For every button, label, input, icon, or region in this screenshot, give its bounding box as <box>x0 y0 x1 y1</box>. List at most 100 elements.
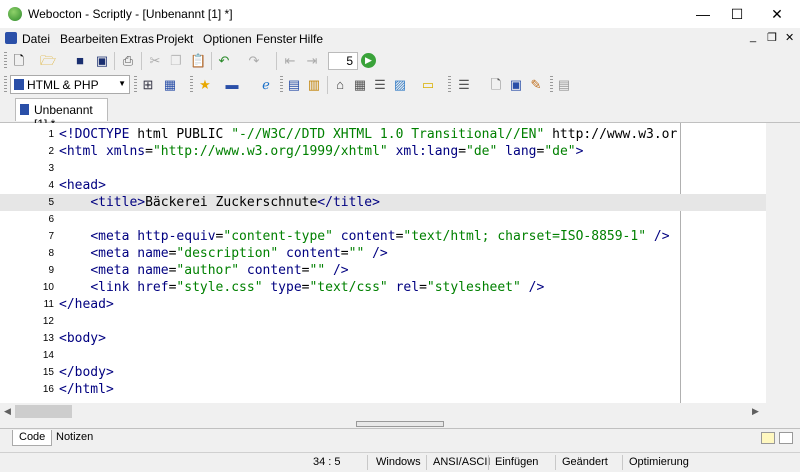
toolbar-grip[interactable] <box>4 52 7 70</box>
go-icon[interactable]: ▶ <box>361 53 376 68</box>
code-line[interactable]: 7 <meta http-equiv="content-type" conten… <box>0 228 766 245</box>
code-text[interactable]: <html xmlns="http://www.w3.org/1999/xhtm… <box>59 143 583 160</box>
scroll-right-icon[interactable]: ▶ <box>752 406 759 417</box>
menu-bearbeiten[interactable]: Bearbeiten <box>60 32 118 46</box>
menu-fenster[interactable]: Fenster <box>256 32 297 46</box>
grid-icon[interactable]: ▦ <box>352 77 368 93</box>
preview-icon[interactable]: ▬ <box>224 77 240 93</box>
code-text[interactable]: <!DOCTYPE html PUBLIC "-//W3C//DTD XHTML… <box>59 126 677 143</box>
new-file-icon[interactable]: 🗋 <box>11 53 27 69</box>
code-text[interactable]: </body> <box>59 364 114 381</box>
code-line[interactable]: 13 <body> <box>0 330 766 347</box>
code-line[interactable]: 15 </body> <box>0 364 766 381</box>
home-icon[interactable]: ⌂ <box>332 77 348 93</box>
code-line[interactable]: 3 <box>0 160 766 177</box>
minimize-button[interactable]: — <box>686 0 720 28</box>
scroll-left-icon[interactable]: ◀ <box>4 406 11 417</box>
code-line[interactable]: 9 <meta name="author" content="" /> <box>0 262 766 279</box>
code-text[interactable]: <link href="style.css" type="text/css" r… <box>59 279 544 296</box>
settings-icon[interactable]: ▤ <box>556 77 572 93</box>
tab-unbenannt[interactable]: Unbenannt [1] * <box>15 98 108 131</box>
document-tab-bar: Unbenannt [1] * <box>0 96 800 131</box>
document-menu-icon[interactable] <box>5 32 17 44</box>
code-text[interactable]: <title>Bäckerei Zuckerschnute</title> <box>59 194 380 211</box>
view-split-icon[interactable] <box>779 432 793 444</box>
menu-datei[interactable]: Datei <box>22 32 50 46</box>
print-icon[interactable]: ⎙ <box>120 53 136 69</box>
number-input[interactable]: 5 <box>328 52 358 70</box>
redo-icon[interactable]: ↷ <box>246 53 262 69</box>
favorites-star-icon[interactable]: ★ <box>197 77 213 93</box>
tab-notizen[interactable]: Notizen <box>50 430 99 446</box>
close-button[interactable]: ✕ <box>760 0 794 28</box>
code-text[interactable]: <meta name="author" content="" /> <box>59 262 348 279</box>
browser-icon[interactable]: ℯ <box>258 77 274 93</box>
cut-icon[interactable]: ✂ <box>147 53 163 69</box>
mdi-minimize-button[interactable]: _ <box>750 31 756 43</box>
menu-optionen[interactable]: Optionen <box>203 32 252 46</box>
code-text[interactable]: </head> <box>59 296 114 313</box>
vertical-scrollbar[interactable] <box>766 123 800 403</box>
code-editor[interactable]: 1 <!DOCTYPE html PUBLIC "-//W3C//DTD XHTM… <box>0 123 766 403</box>
code-text[interactable]: <head> <box>59 177 106 194</box>
toolbar-grip[interactable] <box>190 76 193 94</box>
code-line[interactable]: 4 <head> <box>0 177 766 194</box>
undo-icon[interactable]: ↶ <box>216 53 232 69</box>
toolbar-grip[interactable] <box>448 76 451 94</box>
maximize-button[interactable]: ☐ <box>720 0 754 28</box>
menu-bar: Datei Bearbeiten Extras Projekt Optionen… <box>0 28 800 49</box>
save-icon[interactable]: ■ <box>72 53 88 69</box>
table-icon[interactable]: ▥ <box>306 77 322 93</box>
form-icon[interactable]: ▤ <box>286 77 302 93</box>
line-number: 11 <box>43 299 54 310</box>
code-line[interactable]: 8 <meta name="description" content="" /> <box>0 245 766 262</box>
code-line[interactable]: 16 </html> <box>0 381 766 398</box>
paste-icon[interactable]: 📋 <box>190 53 206 69</box>
code-line[interactable]: 1 <!DOCTYPE html PUBLIC "-//W3C//DTD XHTM… <box>0 126 766 143</box>
code-text[interactable]: </html> <box>59 381 114 398</box>
copy-icon[interactable]: ❐ <box>168 53 184 69</box>
scroll-thumb[interactable] <box>15 405 72 418</box>
mdi-close-button[interactable]: ✕ <box>785 31 794 44</box>
blank-page-icon[interactable]: 🗋 <box>488 77 504 93</box>
line-number: 7 <box>48 231 54 242</box>
code-text[interactable]: <meta http-equiv="content-type" content=… <box>59 228 669 245</box>
menu-projekt[interactable]: Projekt <box>156 32 193 46</box>
comment-icon[interactable]: ▭ <box>420 77 436 93</box>
view-code-icon[interactable] <box>761 432 775 444</box>
window-icon[interactable]: ▣ <box>508 77 524 93</box>
toolbar-grip[interactable] <box>280 76 283 94</box>
menu-extras[interactable]: Extras <box>120 32 154 46</box>
code-line[interactable]: 10 <link href="style.css" type="text/css… <box>0 279 766 296</box>
language-file-icon <box>14 79 24 90</box>
list-icon[interactable]: ☰ <box>372 77 388 93</box>
toolbar-grip[interactable] <box>4 76 7 94</box>
code-line[interactable]: 2 <html xmlns="http://www.w3.org/1999/xht… <box>0 143 766 160</box>
open-folder-icon[interactable]: 🗁 <box>40 53 56 69</box>
line-number: 16 <box>42 384 54 395</box>
code-line[interactable]: 6 <box>0 211 766 228</box>
template-icon[interactable]: ▦ <box>162 77 178 93</box>
toolbar-grip[interactable] <box>134 76 137 94</box>
language-select[interactable]: HTML & PHP ▼ <box>10 75 130 94</box>
code-text[interactable]: <meta name="description" content="" /> <box>59 245 387 262</box>
paragraph-icon[interactable]: ☰ <box>456 77 472 93</box>
save-all-icon[interactable]: ▣ <box>94 53 110 69</box>
code-line[interactable]: 5 <title>Bäckerei Zuckerschnute</title> <box>0 194 766 211</box>
code-line[interactable]: 11 </head> <box>0 296 766 313</box>
outdent-icon[interactable]: ⇤ <box>282 53 298 69</box>
image-icon[interactable]: ▨ <box>392 77 408 93</box>
code-line[interactable]: 12 <box>0 313 766 330</box>
code-line[interactable]: 14 <box>0 347 766 364</box>
snippet-icon[interactable]: ⊞ <box>140 77 156 93</box>
horizontal-scrollbar[interactable]: ◀ ▶ <box>0 403 766 420</box>
code-text[interactable]: <body> <box>59 330 106 347</box>
palette-icon[interactable]: ✎ <box>528 77 544 93</box>
indent-icon[interactable]: ⇥ <box>304 53 320 69</box>
mdi-restore-button[interactable]: ❐ <box>767 31 777 44</box>
toolbar-grip[interactable] <box>550 76 553 94</box>
panel-splitter-handle[interactable] <box>356 421 444 427</box>
tab-code[interactable]: Code <box>12 430 53 446</box>
line-number: 2 <box>48 146 54 157</box>
menu-hilfe[interactable]: Hilfe <box>299 32 323 46</box>
